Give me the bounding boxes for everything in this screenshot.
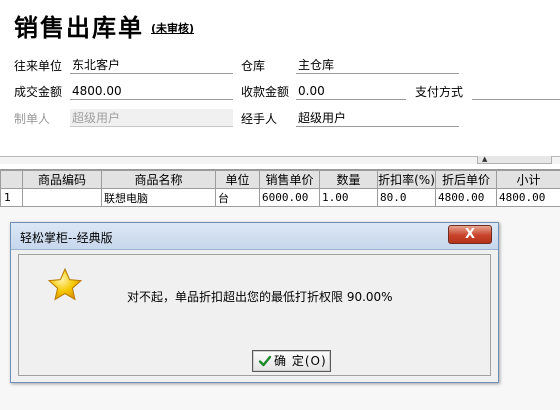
- table-header-row: 商品编码 商品名称 单位 销售单价 数量 折扣率(%) 折后单价 小计: [0, 170, 560, 189]
- dialog-title-bar[interactable]: 轻松掌柜--经典版 X: [11, 223, 498, 250]
- dialog-title: 轻松掌柜--经典版: [20, 231, 113, 245]
- cell-subtotal[interactable]: 4800.00: [496, 188, 560, 207]
- col-header-price[interactable]: 销售单价: [259, 170, 320, 189]
- payment-field[interactable]: [472, 82, 560, 100]
- col-header-unit[interactable]: 单位: [215, 170, 260, 189]
- splitter-bar[interactable]: ▲: [0, 156, 560, 164]
- ok-button[interactable]: 确 定(O): [252, 350, 331, 372]
- cell-price[interactable]: 6000.00: [259, 188, 320, 207]
- cell-rownum: 1: [0, 188, 23, 207]
- warehouse-field[interactable]: 主仓库: [296, 56, 459, 74]
- customer-label: 往来单位: [14, 59, 63, 73]
- cell-discounted-price[interactable]: 4800.00: [435, 188, 497, 207]
- cell-unit[interactable]: 台: [215, 188, 260, 207]
- amount-label: 成交金额: [14, 85, 63, 99]
- col-header-subtotal[interactable]: 小计: [496, 170, 560, 189]
- warehouse-label: 仓库: [241, 59, 266, 73]
- dialog-message: 对不起，单品折扣超出您的最低打折权限 90.00%: [127, 290, 393, 304]
- handler-field[interactable]: 超级用户: [296, 109, 459, 127]
- cell-name[interactable]: 联想电脑: [101, 188, 216, 207]
- items-table: 商品编码 商品名称 单位 销售单价 数量 折扣率(%) 折后单价 小计 1 联想…: [0, 170, 560, 207]
- close-button[interactable]: X: [448, 225, 492, 244]
- cell-qty[interactable]: 1.00: [319, 188, 378, 207]
- col-header-rownum: [0, 170, 23, 189]
- customer-field[interactable]: 东北客户: [70, 56, 233, 74]
- table-row[interactable]: 1 联想电脑 台 6000.00 1.00 80.0 4800.00 4800.…: [0, 188, 560, 207]
- col-header-discounted-price[interactable]: 折后单价: [435, 170, 497, 189]
- star-icon: [47, 267, 83, 301]
- col-header-code[interactable]: 商品编码: [22, 170, 102, 189]
- checkmark-icon: [258, 355, 272, 367]
- amount-field[interactable]: 4800.00: [70, 82, 233, 100]
- maker-label: 制单人: [14, 112, 51, 126]
- ok-button-label: 确 定(O): [274, 354, 327, 368]
- col-header-discount[interactable]: 折扣率(%): [377, 170, 436, 189]
- collapse-arrow-icon[interactable]: ▲: [477, 156, 552, 164]
- dialog-body: 对不起，单品折扣超出您的最低打折权限 90.00% 确 定(O): [18, 254, 491, 376]
- received-label: 收款金额: [241, 85, 290, 99]
- alert-dialog: 轻松掌柜--经典版 X 对不起，单品折扣超出您的最低打折权限 90.00% 确 …: [10, 222, 499, 383]
- cell-code[interactable]: [22, 188, 102, 207]
- cell-discount[interactable]: 80.0: [377, 188, 436, 207]
- col-header-name[interactable]: 商品名称: [101, 170, 216, 189]
- page-title: 销售出库单: [14, 14, 144, 42]
- received-field[interactable]: 0.00: [296, 82, 406, 100]
- status-badge: (未审核): [151, 22, 195, 35]
- handler-label: 经手人: [241, 112, 278, 126]
- col-header-qty[interactable]: 数量: [319, 170, 378, 189]
- payment-label: 支付方式: [415, 85, 464, 99]
- maker-field: 超级用户: [70, 109, 233, 127]
